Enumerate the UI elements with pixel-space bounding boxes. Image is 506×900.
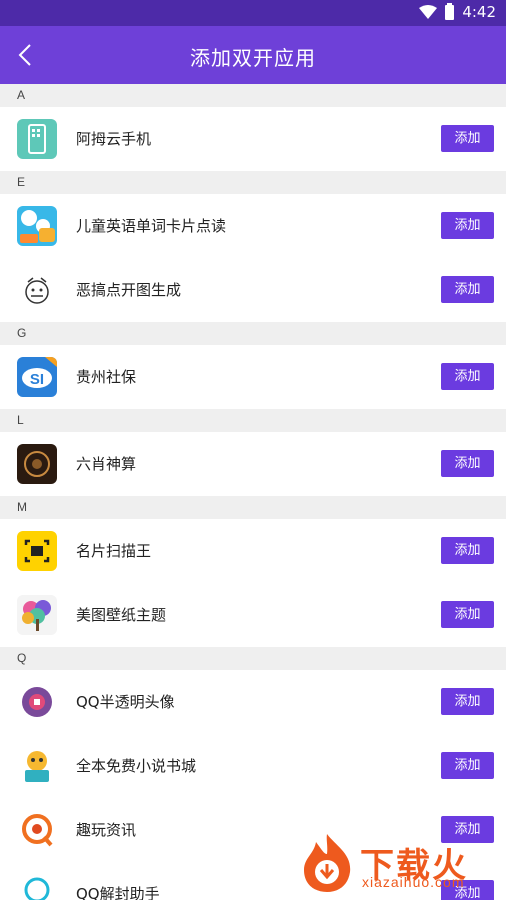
card-scan-icon <box>17 531 57 571</box>
wifi-icon <box>419 5 438 19</box>
app-name: QQ解封助手 <box>76 885 160 900</box>
dark-seal-icon <box>17 444 57 484</box>
cloud-phone-icon <box>17 119 57 159</box>
add-button[interactable]: 添加 <box>441 752 494 779</box>
app-name: 阿拇云手机 <box>76 130 152 148</box>
app-name: QQ半透明头像 <box>76 693 175 711</box>
app-list[interactable]: A 阿拇云手机 添加 E 儿童英语单词卡片点读 添加 恶搞点开图生成 添加 G SI 贵州社保 添加 L… <box>0 84 506 900</box>
app-name: 六肖神算 <box>76 455 137 473</box>
add-button[interactable]: 添加 <box>441 212 494 239</box>
app-row[interactable]: SI 贵州社保 添加 <box>0 345 506 409</box>
app-name: 名片扫描王 <box>76 542 152 560</box>
watermark-domain: xiazaihuo.com <box>362 874 465 890</box>
page-title: 添加双开应用 <box>190 46 316 70</box>
section-header: A <box>0 84 506 107</box>
app-name: 贵州社保 <box>76 368 137 386</box>
sketch-face-icon <box>17 270 57 310</box>
app-name: 恶搞点开图生成 <box>76 281 182 299</box>
app-row[interactable]: QQ半透明头像 添加 <box>0 670 506 734</box>
section-header: Q <box>0 647 506 670</box>
add-button[interactable]: 添加 <box>441 450 494 477</box>
section-header: M <box>0 496 506 519</box>
app-row[interactable]: 六肖神算 添加 <box>0 432 506 496</box>
app-name: 儿童英语单词卡片点读 <box>76 217 227 235</box>
colorful-tree-icon <box>17 595 57 635</box>
app-row[interactable]: 儿童英语单词卡片点读 添加 <box>0 194 506 258</box>
app-row[interactable]: 阿拇云手机 添加 <box>0 107 506 171</box>
battery-icon <box>445 2 455 20</box>
app-row[interactable]: 全本免费小说书城 添加 <box>0 734 506 798</box>
watermark-logo: 下载火 xiazaihuo.com <box>296 832 502 896</box>
app-name: 全本免费小说书城 <box>76 757 197 775</box>
app-name: 趣玩资讯 <box>76 821 137 839</box>
app-bar: 添加双开应用 <box>0 26 506 84</box>
abc-cards-icon <box>17 206 57 246</box>
add-button[interactable]: 添加 <box>441 688 494 715</box>
app-row[interactable]: 名片扫描王 添加 <box>0 519 506 583</box>
section-header: G <box>0 322 506 345</box>
section-header: E <box>0 171 506 194</box>
orange-q-icon <box>17 810 57 850</box>
add-button[interactable]: 添加 <box>441 125 494 152</box>
app-row[interactable]: 恶搞点开图生成 添加 <box>0 258 506 322</box>
status-time: 4:42 <box>462 3 496 21</box>
section-header: L <box>0 409 506 432</box>
add-button[interactable]: 添加 <box>441 363 494 390</box>
teal-person-icon <box>17 874 57 900</box>
si-logo-icon: SI <box>17 357 57 397</box>
svg-text:SI: SI <box>30 371 44 388</box>
add-button[interactable]: 添加 <box>441 601 494 628</box>
tiger-reader-icon <box>17 746 57 786</box>
status-bar: 4:42 <box>0 0 506 26</box>
add-button[interactable]: 添加 <box>441 537 494 564</box>
app-row[interactable]: 美图壁纸主题 添加 <box>0 583 506 647</box>
purple-avatar-icon <box>17 682 57 722</box>
add-button[interactable]: 添加 <box>441 276 494 303</box>
flame-logo-icon <box>304 834 351 892</box>
app-name: 美图壁纸主题 <box>76 606 167 624</box>
